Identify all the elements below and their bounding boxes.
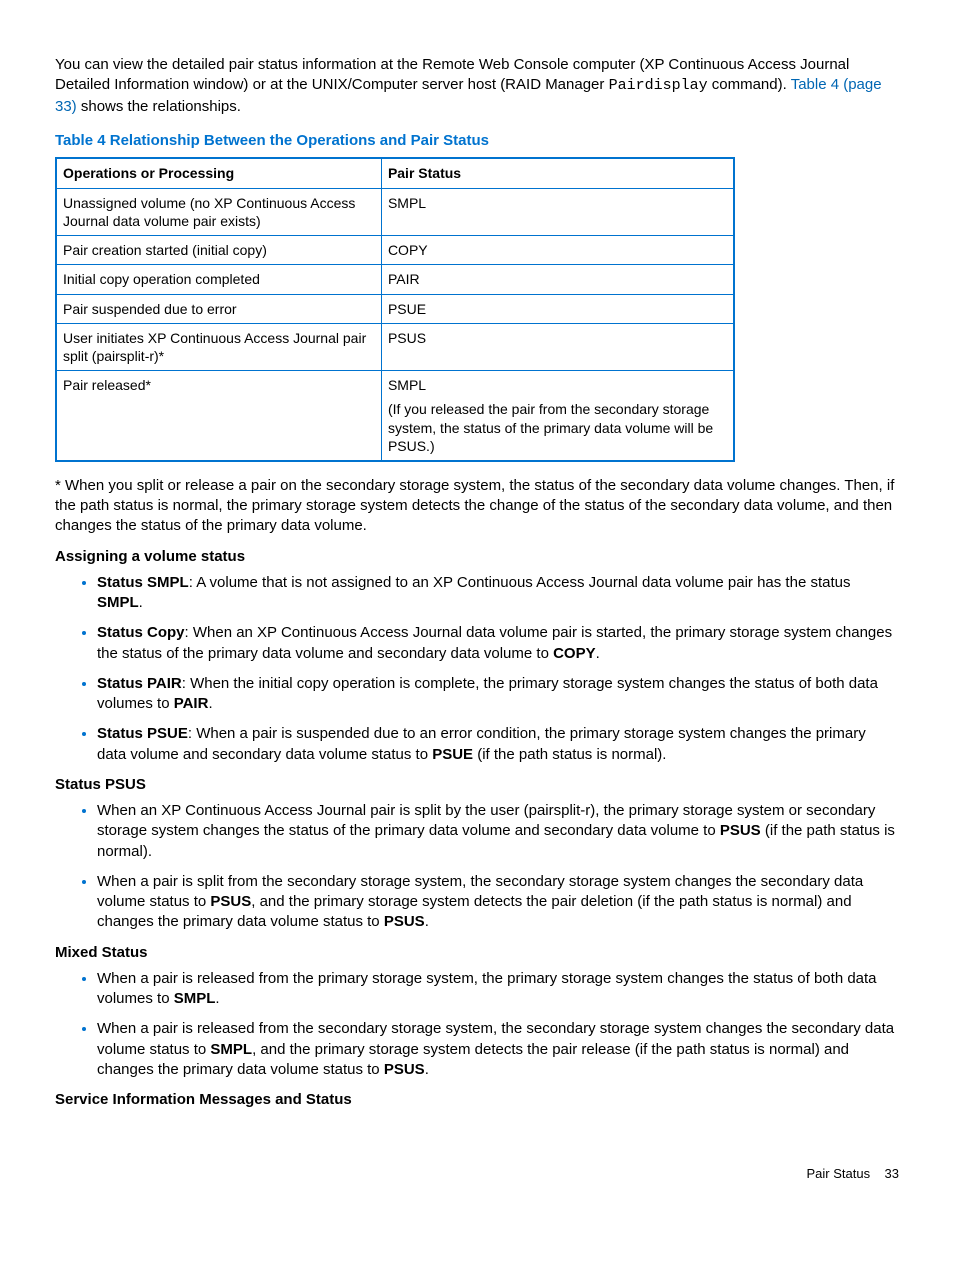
list-item: When an XP Continuous Access Journal pai… — [97, 801, 899, 862]
psus-list: When an XP Continuous Access Journal pai… — [55, 801, 899, 933]
table-cell: Pair creation started (initial copy) — [56, 236, 381, 265]
intro-paragraph: You can view the detailed pair status in… — [55, 55, 899, 117]
assign-list: Status SMPL: A volume that is not assign… — [55, 573, 899, 765]
table-header-status: Pair Status — [381, 158, 734, 188]
status-note: (If you released the pair from the secon… — [388, 400, 727, 455]
table-row: Pair suspended due to errorPSUE — [56, 294, 734, 323]
list-item: Status Copy: When an XP Continuous Acces… — [97, 623, 899, 664]
item-text: . — [208, 695, 212, 712]
table-cell: Unassigned volume (no XP Continuous Acce… — [56, 188, 381, 235]
table-header-operations: Operations or Processing — [56, 158, 381, 188]
table-cell: PSUS — [381, 323, 734, 370]
table-row: Unassigned volume (no XP Continuous Acce… — [56, 188, 734, 235]
table-cell: PSUE — [381, 294, 734, 323]
intro-text: command). — [708, 76, 791, 93]
status-value: SMPL — [210, 1041, 252, 1058]
mixed-heading: Mixed Status — [55, 943, 899, 963]
intro-code: Pairdisplay — [609, 77, 708, 94]
table-cell: COPY — [381, 236, 734, 265]
table-row: Pair creation started (initial copy)COPY — [56, 236, 734, 265]
list-item: Status SMPL: A volume that is not assign… — [97, 573, 899, 614]
status-label: Status Copy — [97, 624, 185, 641]
status-label: Status PSUE — [97, 725, 188, 742]
status-value: PSUS — [210, 893, 251, 910]
item-text: : When an XP Continuous Access Journal d… — [97, 624, 892, 661]
status-value: PSUS — [720, 822, 761, 839]
table-row: Pair released* SMPL (If you released the… — [56, 371, 734, 461]
item-text: . — [425, 1061, 429, 1078]
status-value: PSUS — [384, 1061, 425, 1078]
table-row: User initiates XP Continuous Access Jour… — [56, 323, 734, 370]
status-value: SMPL — [388, 377, 426, 393]
item-text: . — [139, 594, 143, 611]
table-cell: Pair released* — [56, 371, 381, 461]
status-value: COPY — [553, 645, 596, 662]
table-cell: SMPL (If you released the pair from the … — [381, 371, 734, 461]
table-cell: Initial copy operation completed — [56, 265, 381, 294]
status-value: PAIR — [174, 695, 209, 712]
table-cell: Pair suspended due to error — [56, 294, 381, 323]
table-cell: User initiates XP Continuous Access Jour… — [56, 323, 381, 370]
table-row: Initial copy operation completedPAIR — [56, 265, 734, 294]
status-label: Status PAIR — [97, 675, 182, 692]
mixed-list: When a pair is released from the primary… — [55, 969, 899, 1080]
item-text: . — [425, 913, 429, 930]
status-value: SMPL — [174, 990, 216, 1007]
list-item: When a pair is released from the seconda… — [97, 1019, 899, 1080]
status-label: Status SMPL — [97, 574, 189, 591]
list-item: When a pair is split from the secondary … — [97, 872, 899, 933]
footer-label: Pair Status — [806, 1166, 870, 1181]
psus-heading: Status PSUS — [55, 775, 899, 795]
list-item: When a pair is released from the primary… — [97, 969, 899, 1010]
footnote: * When you split or release a pair on th… — [55, 476, 899, 537]
item-text: : A volume that is not assigned to an XP… — [189, 574, 851, 591]
item-text: (if the path status is normal). — [473, 746, 666, 763]
svc-heading: Service Information Messages and Status — [55, 1090, 899, 1110]
table-cell: SMPL — [381, 188, 734, 235]
page-number: 33 — [885, 1166, 899, 1181]
status-value: PSUE — [432, 746, 473, 763]
item-text: . — [215, 990, 219, 1007]
intro-text: shows the relationships. — [77, 98, 241, 115]
item-text: . — [596, 645, 600, 662]
status-table: Operations or Processing Pair Status Una… — [55, 157, 735, 462]
assign-heading: Assigning a volume status — [55, 547, 899, 567]
list-item: Status PAIR: When the initial copy opera… — [97, 674, 899, 715]
table-cell: PAIR — [381, 265, 734, 294]
item-text: : When the initial copy operation is com… — [97, 675, 878, 712]
page-footer: Pair Status 33 — [55, 1165, 899, 1183]
table-title: Table 4 Relationship Between the Operati… — [55, 131, 899, 151]
status-value: SMPL — [97, 594, 139, 611]
status-value: PSUS — [384, 913, 425, 930]
list-item: Status PSUE: When a pair is suspended du… — [97, 724, 899, 765]
